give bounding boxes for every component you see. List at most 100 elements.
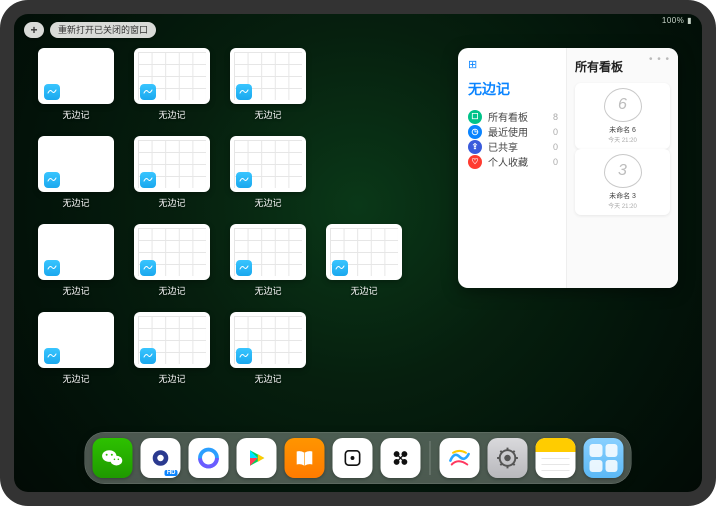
thumb-preview xyxy=(134,312,210,368)
freeform-icon xyxy=(44,84,60,100)
sidebar-item[interactable]: ◷ 最近使用 0 xyxy=(468,124,558,139)
battery-label: 100% xyxy=(662,16,684,25)
thumb-label: 无边记 xyxy=(62,284,89,297)
board-name: 未命名 6 xyxy=(609,125,636,135)
freeform-icon xyxy=(140,348,156,364)
notes-app[interactable] xyxy=(536,438,576,478)
thumb-label: 无边记 xyxy=(158,284,185,297)
boards-panel: 所有看板 6 未命名 6 今天 21:203 未命名 3 今天 21:20 xyxy=(566,48,678,288)
category-icon: ⇪ xyxy=(468,140,482,154)
thumb-label: 无边记 xyxy=(62,372,89,385)
freeform-icon xyxy=(44,260,60,276)
board-date: 今天 21:20 xyxy=(608,201,637,210)
dock-separator xyxy=(430,441,431,475)
category-count: 0 xyxy=(553,127,558,137)
connect-app[interactable] xyxy=(381,438,421,478)
freeform-window[interactable]: • • • ⊞ 无边记 ☐ 所有看板 8◷ 最近使用 0⇪ 已共享 0♡ 个人收… xyxy=(458,48,678,288)
category-count: 8 xyxy=(553,112,558,122)
board-card[interactable]: 6 未命名 6 今天 21:20 xyxy=(575,83,670,149)
sidebar-item[interactable]: ☐ 所有看板 8 xyxy=(468,109,558,124)
freeform-icon xyxy=(332,260,348,276)
stage-manager: 无边记 无边记 无边记 无边记 无边记 xyxy=(38,48,678,432)
window-thumb[interactable]: 无边记 xyxy=(134,312,210,392)
category-icon: ◷ xyxy=(468,125,482,139)
thumb-label: 无边记 xyxy=(62,108,89,121)
thumb-preview xyxy=(134,136,210,192)
category-count: 0 xyxy=(553,142,558,152)
thumb-preview xyxy=(38,48,114,104)
category-icon: ♡ xyxy=(468,155,482,169)
window-thumb[interactable]: 无边记 xyxy=(230,48,306,128)
thumb-preview xyxy=(134,224,210,280)
category-count: 0 xyxy=(553,157,558,167)
settings-app[interactable] xyxy=(488,438,528,478)
window-grid: 无边记 无边记 无边记 无边记 无边记 xyxy=(38,48,402,432)
category-label: 最近使用 xyxy=(488,124,528,139)
play-store-app[interactable] xyxy=(237,438,277,478)
freeform-icon xyxy=(140,84,156,100)
freeform-icon xyxy=(236,84,252,100)
hd-badge: HD xyxy=(165,470,178,476)
window-thumb[interactable]: 无边记 xyxy=(230,136,306,216)
restore-windows-button[interactable]: 重新打开已关闭的窗口 xyxy=(50,22,156,38)
add-button[interactable]: + xyxy=(24,22,44,38)
window-thumb[interactable]: 无边记 xyxy=(134,48,210,128)
ipad-frame: 100% ▮ + 重新打开已关闭的窗口 无边记 无边记 无边记 xyxy=(0,0,716,506)
freeform-icon xyxy=(140,172,156,188)
freeform-icon xyxy=(140,260,156,276)
freeform-icon xyxy=(236,260,252,276)
category-label: 已共享 xyxy=(488,139,518,154)
thumb-label: 无边记 xyxy=(254,372,281,385)
sidebar: ⊞ 无边记 ☐ 所有看板 8◷ 最近使用 0⇪ 已共享 0♡ 个人收藏 0 xyxy=(458,48,566,288)
sidebar-item[interactable]: ♡ 个人收藏 0 xyxy=(468,154,558,169)
window-thumb[interactable]: 无边记 xyxy=(38,48,114,128)
board-card[interactable]: 3 未命名 3 今天 21:20 xyxy=(575,149,670,215)
screen: 100% ▮ + 重新打开已关闭的窗口 无边记 无边记 无边记 xyxy=(14,14,702,492)
category-label: 个人收藏 xyxy=(488,154,528,169)
thumb-preview xyxy=(230,312,306,368)
doodle-icon: 6 xyxy=(604,88,642,122)
battery-icon: ▮ xyxy=(687,16,692,25)
wechat-app[interactable] xyxy=(93,438,133,478)
thumb-preview xyxy=(38,312,114,368)
freeform-icon xyxy=(236,348,252,364)
thumb-label: 无边记 xyxy=(158,108,185,121)
dice-app[interactable] xyxy=(333,438,373,478)
window-thumb[interactable]: 无边记 xyxy=(38,136,114,216)
freeform-app[interactable] xyxy=(440,438,480,478)
thumb-label: 无边记 xyxy=(254,108,281,121)
freeform-icon xyxy=(44,348,60,364)
sidebar-item[interactable]: ⇪ 已共享 0 xyxy=(468,139,558,154)
status-bar: 100% ▮ xyxy=(662,16,692,25)
window-thumb[interactable]: 无边记 xyxy=(38,312,114,392)
app-folder[interactable] xyxy=(584,438,624,478)
thumb-preview xyxy=(230,48,306,104)
thumb-label: 无边记 xyxy=(254,196,281,209)
books-app[interactable] xyxy=(285,438,325,478)
app-title: 无边记 xyxy=(468,79,558,99)
top-bar: + 重新打开已关闭的窗口 xyxy=(24,22,156,38)
category-label: 所有看板 xyxy=(488,109,528,124)
board-name: 未命名 3 xyxy=(609,191,636,201)
freeform-icon xyxy=(236,172,252,188)
thumb-label: 无边记 xyxy=(350,284,377,297)
quark-hd-app[interactable]: HD xyxy=(141,438,181,478)
thumb-preview xyxy=(326,224,402,280)
thumb-preview xyxy=(230,136,306,192)
window-thumb[interactable]: 无边记 xyxy=(326,224,402,304)
dock: HD xyxy=(85,432,632,484)
window-thumb[interactable]: 无边记 xyxy=(230,312,306,392)
thumb-label: 无边记 xyxy=(158,196,185,209)
thumb-preview xyxy=(230,224,306,280)
thumb-preview xyxy=(38,136,114,192)
more-icon[interactable]: • • • xyxy=(649,54,670,65)
window-thumb[interactable]: 无边记 xyxy=(38,224,114,304)
quark-app[interactable] xyxy=(189,438,229,478)
window-thumb[interactable]: 无边记 xyxy=(230,224,306,304)
doodle-icon: 3 xyxy=(604,154,642,188)
thumb-preview xyxy=(38,224,114,280)
window-thumb[interactable]: 无边记 xyxy=(134,224,210,304)
thumb-preview xyxy=(134,48,210,104)
window-thumb[interactable]: 无边记 xyxy=(134,136,210,216)
sidebar-toggle-icon[interactable]: ⊞ xyxy=(468,58,558,71)
